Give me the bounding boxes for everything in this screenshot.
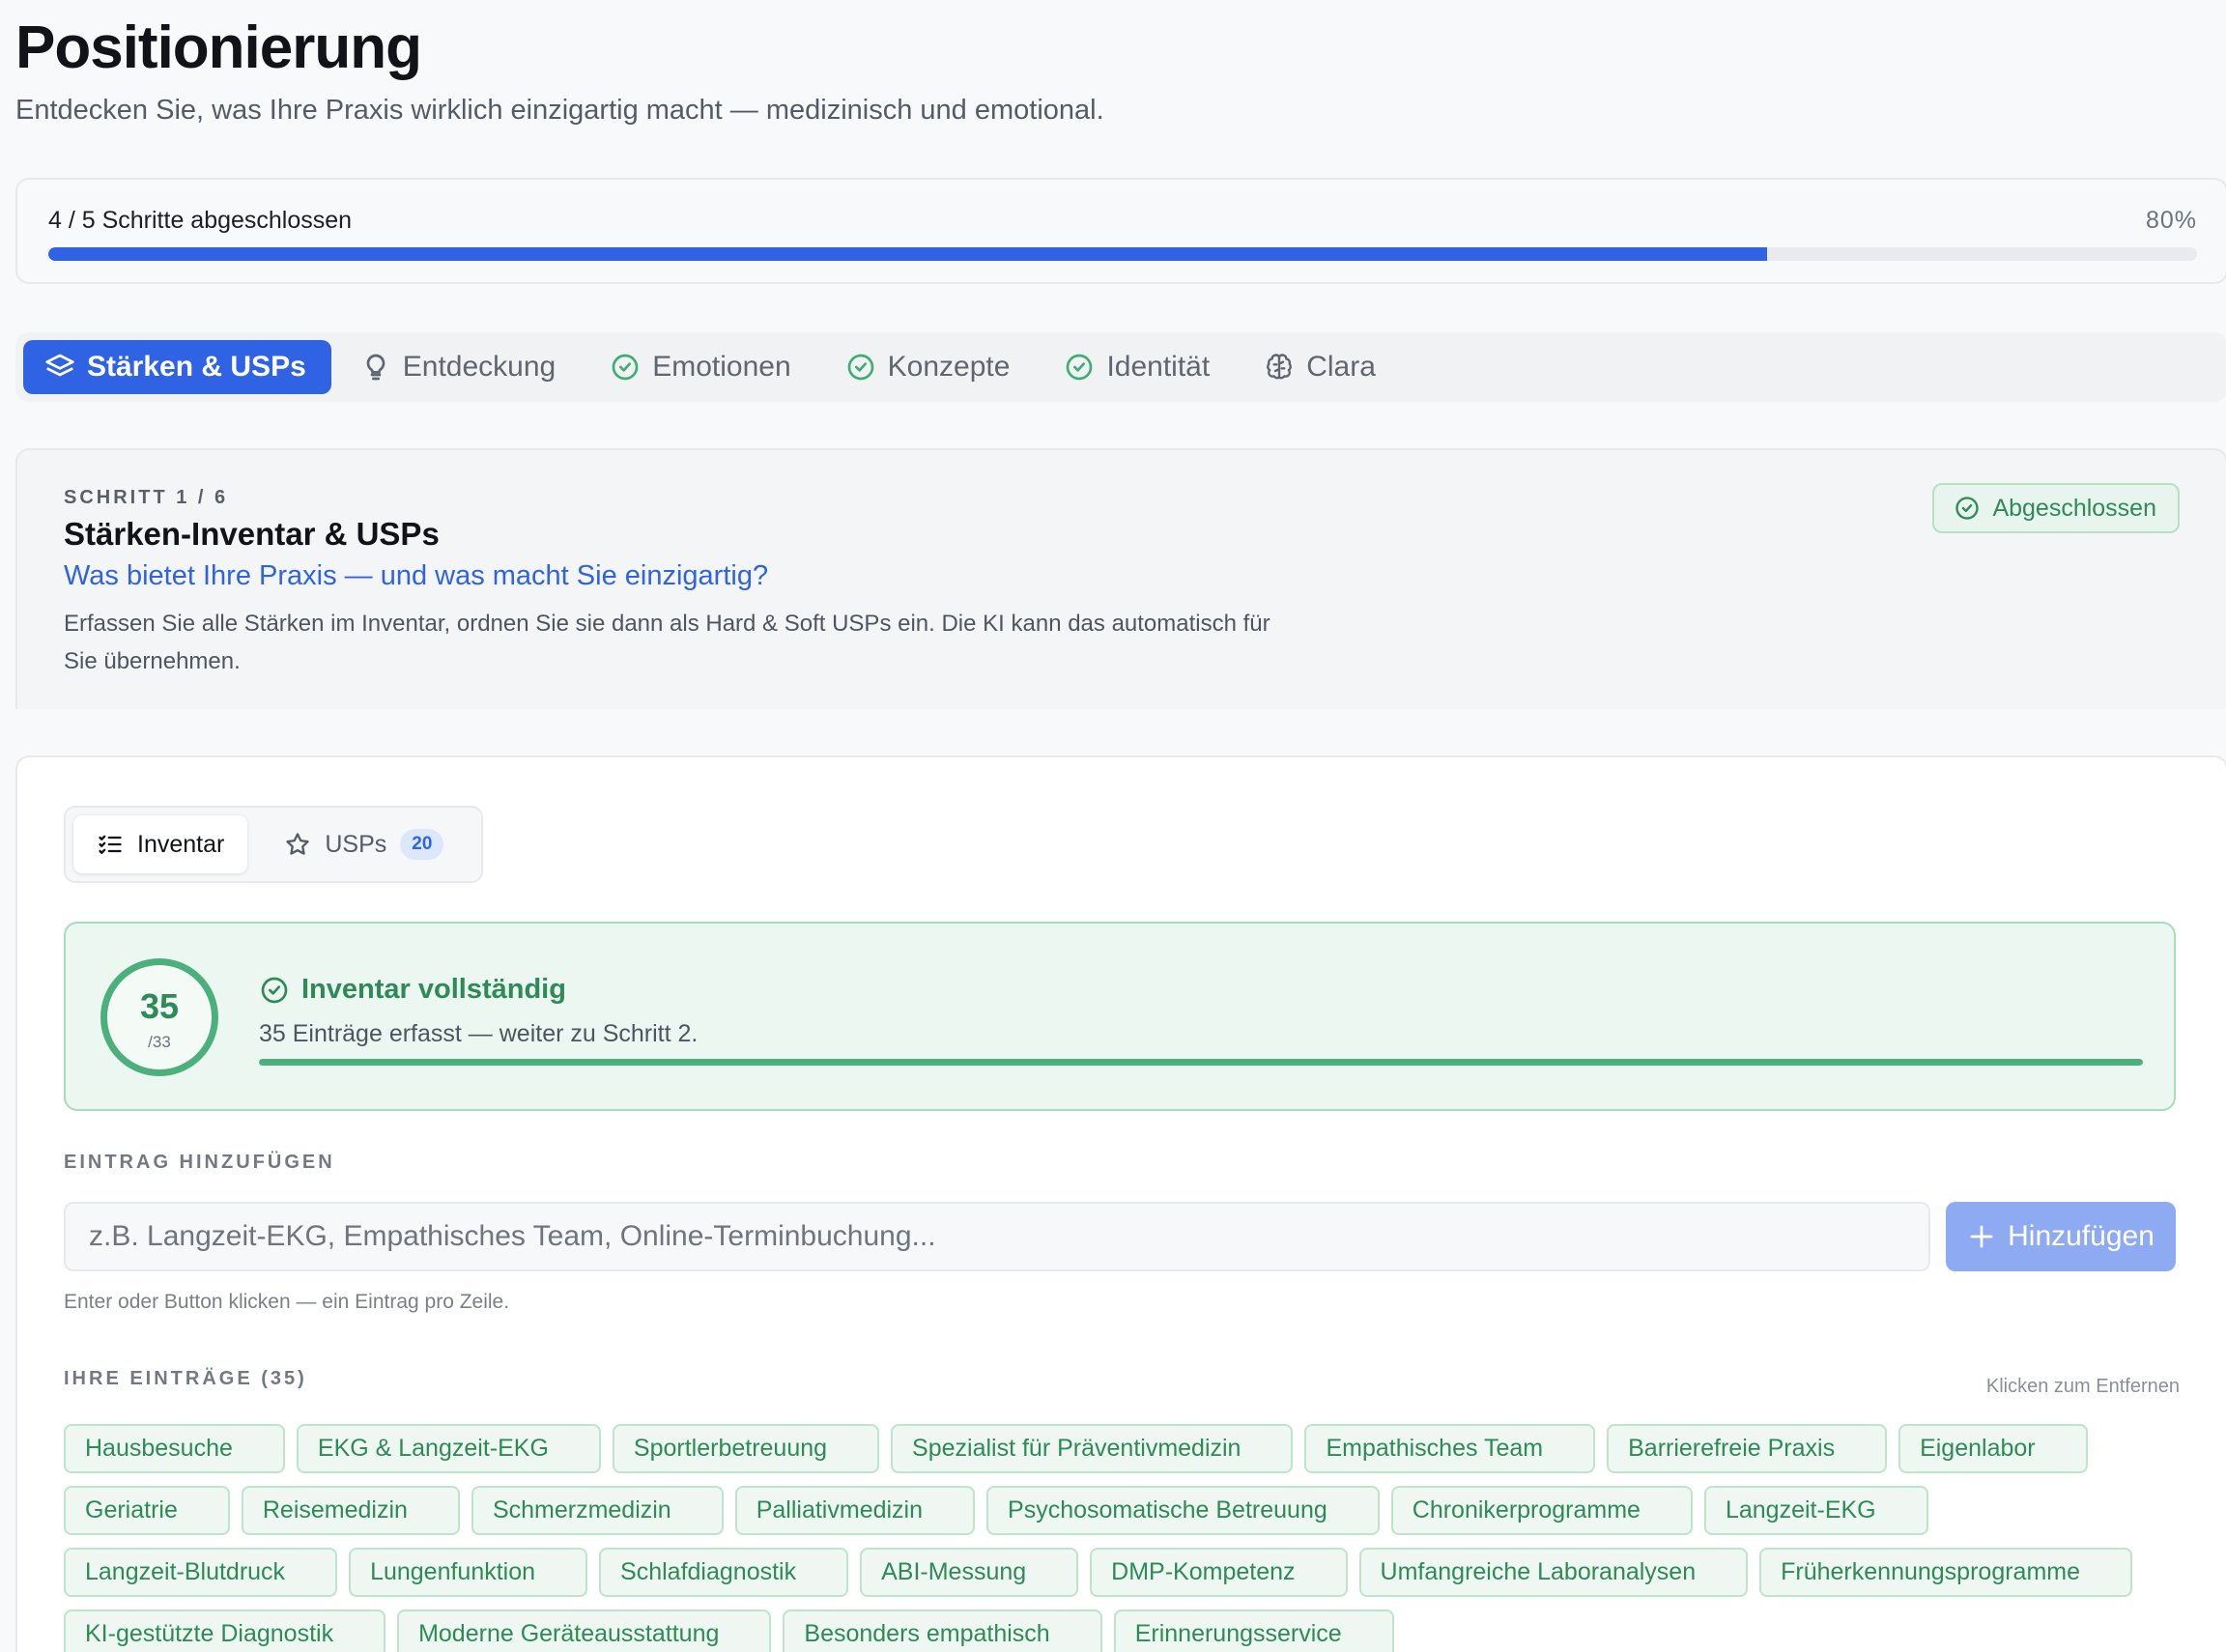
entry-tag[interactable]: Chronikerprogramme [1390, 1486, 1693, 1535]
remove-hint: Klicken zum Entfernen [1985, 1376, 2180, 1397]
status-title-text: Inventar vollständig [301, 974, 566, 1005]
page-subtitle: Entdecken Sie, was Ihre Praxis wirklich … [15, 95, 1104, 126]
tab-label: Clara [1306, 351, 1376, 383]
tab-entdeckung[interactable]: Entdeckung [339, 340, 581, 394]
inventory-progress-fill [259, 1059, 2143, 1066]
progress-percent: 80% [2145, 207, 2197, 234]
status-text: 35 Einträge erfasst — weiter zu Schritt … [259, 1020, 699, 1047]
entry-tag[interactable]: Lungenfunktion [349, 1548, 588, 1597]
page-title: Positionierung [15, 14, 422, 81]
entry-tag[interactable]: Spezialist für Präventivmedizin [891, 1424, 1294, 1473]
tab-usps[interactable]: USPs 20 [261, 815, 467, 873]
entry-tag[interactable]: Schmerzmedizin [471, 1486, 724, 1535]
entry-tag[interactable]: Sportlerbetreuung [612, 1424, 880, 1473]
tab-label: Konzepte [887, 351, 1011, 383]
positionierung-page: Positionierung Entdecken Sie, was Ihre P… [0, 0, 2226, 1652]
tab-label: USPs [325, 830, 387, 858]
tab-identitaet[interactable]: Identität [1042, 340, 1235, 394]
entry-tag[interactable]: Besonders empathisch [783, 1609, 1102, 1652]
progress-bar [48, 247, 2197, 261]
entry-tag[interactable]: Früherkennungsprogramme [1759, 1548, 2133, 1597]
tab-inventar[interactable]: Inventar [73, 815, 248, 873]
tab-label: Stärken & USPs [87, 351, 306, 383]
check-circle-icon [612, 354, 639, 381]
check-circle-icon [1067, 354, 1093, 381]
add-entry-button[interactable]: Hinzufügen [1946, 1202, 2176, 1271]
step-question: Was bietet Ihre Praxis — und was macht S… [64, 560, 769, 591]
step-info-card: SCHRITT 1 / 6 Stärken-Inventar & USPs Wa… [15, 448, 2226, 709]
check-circle-icon [847, 354, 873, 381]
check-circle-icon [1955, 497, 1980, 520]
status-badge: Abgeschlossen [1932, 483, 2180, 533]
tab-label: Emotionen [652, 351, 791, 383]
plus-icon [1970, 1225, 1993, 1248]
tab-konzepte[interactable]: Konzepte [824, 340, 1036, 394]
entry-tag[interactable]: Langzeit-Blutdruck [64, 1548, 338, 1597]
tab-staerken-usps[interactable]: Stärken & USPs [23, 340, 331, 394]
checklist-icon [99, 835, 122, 854]
tab-clara[interactable]: Clara [1242, 340, 1401, 394]
entry-tag[interactable]: DMP-Kompetenz [1090, 1548, 1348, 1597]
tab-label: Inventar [137, 830, 225, 858]
step-counter: SCHRITT 1 / 6 [64, 487, 229, 508]
inventory-count-ring: 35 /33 [100, 958, 218, 1076]
layers-icon [45, 354, 74, 377]
overall-progress-card: 4 / 5 Schritte abgeschlossen 80% [15, 178, 2226, 284]
step-tabs: Stärken & USPs Entdeckung Emotionen Konz… [15, 332, 2226, 402]
status-title: Inventar vollständig [259, 974, 566, 1006]
entry-tag[interactable]: EKG & Langzeit-EKG [296, 1424, 601, 1473]
entry-tag[interactable]: Geriatrie [64, 1486, 230, 1535]
usps-count-badge: 20 [400, 829, 444, 860]
entry-tag[interactable]: Palliativmedizin [734, 1486, 976, 1535]
entry-tags: Hausbesuche EKG & Langzeit-EKG Sportlerb… [64, 1424, 2189, 1652]
entries-label: IHRE EINTRÄGE (35) [64, 1368, 307, 1389]
entry-tag[interactable]: Empathisches Team [1304, 1424, 1596, 1473]
progress-bar-fill [48, 247, 1768, 261]
inventory-target: /33 [148, 1033, 171, 1051]
lightbulb-icon [366, 354, 385, 381]
tab-emotionen[interactable]: Emotionen [588, 340, 815, 394]
step-description: Erfassen Sie alle Stärken im Inventar, o… [64, 611, 1270, 674]
step-title: Stärken-Inventar & USPs [64, 516, 440, 552]
entry-tag[interactable]: Reisemedizin [241, 1486, 460, 1535]
entry-tag[interactable]: Umfangreiche Laboranalysen [1358, 1548, 1749, 1597]
entry-tag[interactable]: Barrierefreie Praxis [1607, 1424, 1888, 1473]
entry-tag[interactable]: Eigenlabor [1898, 1424, 2088, 1473]
entry-tag[interactable]: Psychosomatische Betreuung [986, 1486, 1380, 1535]
entry-tag[interactable]: Schlafdiagnostik [599, 1548, 849, 1597]
inventory-usp-toggle: Inventar USPs 20 [64, 806, 483, 883]
status-badge-label: Abgeschlossen [1992, 494, 2156, 522]
star-icon [286, 833, 310, 855]
inventory-progress-bar [259, 1059, 2143, 1066]
inventory-panel: Inventar USPs 20 35 /33 Inventar vollstä… [15, 755, 2226, 1652]
check-circle-icon [261, 977, 288, 1003]
tab-label: Identität [1106, 351, 1211, 383]
add-entry-label: EINTRAG HINZUFÜGEN [64, 1152, 335, 1173]
inventory-status-box: 35 /33 Inventar vollständig 35 Einträge … [64, 922, 2176, 1111]
inventory-count: 35 [139, 986, 180, 1026]
entry-tag[interactable]: Langzeit-EKG [1703, 1486, 1928, 1535]
entry-tag[interactable]: KI-gestützte Diagnostik [64, 1609, 386, 1652]
entry-input[interactable] [64, 1202, 1930, 1271]
entry-tag[interactable]: Moderne Geräteausstattung [397, 1609, 772, 1652]
brain-icon [1267, 354, 1293, 380]
entry-tag[interactable]: Hausbesuche [64, 1424, 285, 1473]
add-entry-hint: Enter oder Button klicken — ein Eintrag … [64, 1291, 510, 1313]
tab-label: Entdeckung [402, 351, 556, 383]
progress-label: 4 / 5 Schritte abgeschlossen [48, 207, 353, 234]
add-entry-button-label: Hinzufügen [2008, 1220, 2155, 1252]
entry-tag[interactable]: ABI-Messung [860, 1548, 1079, 1597]
entry-tag[interactable]: Erinnerungsservice [1113, 1609, 1394, 1652]
